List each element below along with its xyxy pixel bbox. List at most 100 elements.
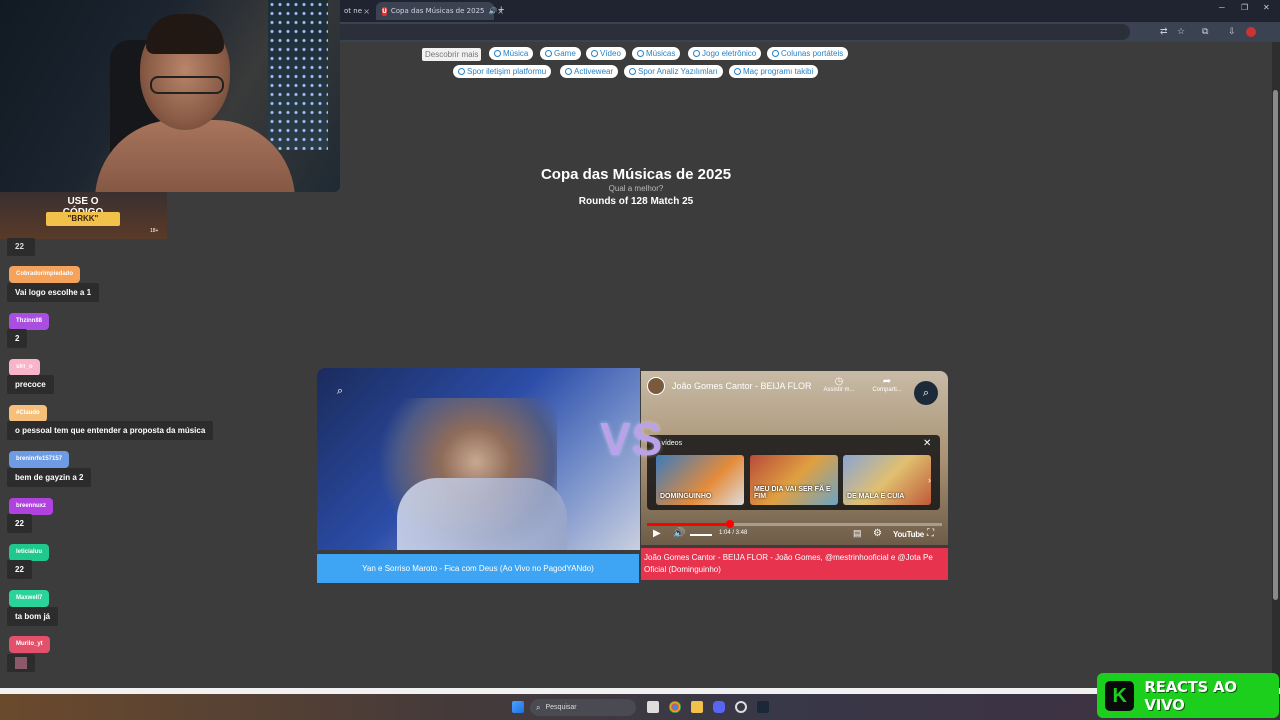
chip-spor-iletisim[interactable]: Spor iletişim platformu xyxy=(453,65,552,78)
video-scrubber-handle[interactable] xyxy=(725,520,734,528)
age-rating: 18+ xyxy=(150,228,159,234)
chevron-right-icon[interactable]: › xyxy=(928,475,931,485)
chip-label: Jogo eletrônico xyxy=(702,49,757,58)
close-icon[interactable]: ✕ xyxy=(923,438,931,449)
minimize-icon[interactable]: ─ xyxy=(1219,3,1225,12)
translate-icon[interactable]: ⇄ xyxy=(1160,26,1168,37)
fullscreen-icon[interactable]: ⛶ xyxy=(927,528,934,539)
task-view-icon[interactable] xyxy=(647,701,659,713)
obs-icon[interactable] xyxy=(735,701,747,713)
chip-mac-programi[interactable]: Maç programı takibi xyxy=(729,65,819,78)
kick-logo-icon: K xyxy=(1105,680,1135,711)
speaker-icon[interactable]: 🔊 xyxy=(488,7,497,15)
search-chip-icon xyxy=(494,50,501,57)
chat-message: o pessoal tem que entender a proposta da… xyxy=(7,421,214,440)
chip-game[interactable]: Game xyxy=(540,47,581,60)
watch-later-button[interactable]: ◷ Assistir m... xyxy=(822,376,856,393)
search-chip-icon xyxy=(693,50,700,57)
chat-message: 22 xyxy=(7,560,32,579)
chip-label: Música xyxy=(503,49,529,58)
share-icon: ➦ xyxy=(882,376,892,387)
extensions-icon[interactable]: ⧉ xyxy=(1202,26,1208,37)
thumb-title: DE MALA E CUIA xyxy=(847,493,905,500)
search-chip-icon xyxy=(591,50,598,57)
chip-video[interactable]: Vídeo xyxy=(586,47,626,60)
windows-start-icon[interactable] xyxy=(512,701,524,713)
chip-label: Vídeo xyxy=(600,49,621,58)
chat-username: breninrfe157157 xyxy=(9,451,70,468)
profile-avatar[interactable] xyxy=(1246,27,1256,37)
chat-username: Murilo_yt xyxy=(9,636,50,653)
reacts-label: REACTS AO VIVO xyxy=(1144,677,1237,714)
left-video-caption-button[interactable]: Yan e Sorriso Maroto - Fica com Deus (Ao… xyxy=(317,554,639,583)
share-button[interactable]: ➦ Comparti... xyxy=(870,376,904,393)
chat-message: 22 xyxy=(7,238,35,256)
volume-icon[interactable]: 🔊 xyxy=(673,528,685,539)
round-label: Rounds of 128 Match 25 xyxy=(578,196,694,207)
discover-more-chip[interactable]: Descobrir mais xyxy=(422,48,482,61)
settings-gear-icon[interactable]: ⚙ xyxy=(873,528,882,539)
right-caption-text: João Gomes Cantor - BEIJA FLOR - João Go… xyxy=(644,553,933,574)
star-icon[interactable]: ☆ xyxy=(1177,26,1185,37)
taskbar-search[interactable]: ⌕ Pesquisar xyxy=(530,699,636,716)
scrollbar-thumb[interactable] xyxy=(1273,90,1278,600)
youtube-video-title[interactable]: João Gomes Cantor - BEIJA FLOR xyxy=(672,381,812,391)
webcam-overlay xyxy=(0,0,340,192)
omnibox[interactable] xyxy=(330,24,1130,40)
close-tab-icon[interactable]: × xyxy=(363,7,370,16)
chip-musicas[interactable]: Músicas xyxy=(632,47,681,60)
singer-shirt xyxy=(397,478,567,550)
search-chip-icon xyxy=(458,68,465,75)
play-icon[interactable]: ▶ xyxy=(653,528,661,539)
browser-tab-active[interactable]: U Copa das Músicas de 2025 🔊 × xyxy=(376,2,504,20)
chat-username: leticialuu xyxy=(9,544,50,561)
reacts-ao-vivo-badge: K REACTS AO VIVO xyxy=(1097,673,1279,718)
steam-icon[interactable] xyxy=(757,701,769,713)
downloads-icon[interactable]: ⇩ xyxy=(1228,26,1236,37)
chat-username: breennuxz xyxy=(9,498,54,515)
chat-username: Thzinn88 xyxy=(9,313,50,330)
chat-emote xyxy=(7,654,35,672)
search-chip-icon xyxy=(545,50,552,57)
related-video-thumb[interactable]: MEU DIA VAI SER FÃ E FIM xyxy=(750,455,838,505)
chrome-icon[interactable] xyxy=(669,701,681,713)
tab-label: Copa das Músicas de 2025 xyxy=(390,7,485,15)
chat-message: bem de gayzin a 2 xyxy=(7,468,92,487)
thumb-title: DOMINGUINHO xyxy=(660,493,712,500)
chip-label: Game xyxy=(554,49,576,58)
left-caption-text: Yan e Sorriso Maroto - Fica com Deus (Ao… xyxy=(362,564,594,573)
right-video-caption-button[interactable]: João Gomes Cantor - BEIJA FLOR - João Go… xyxy=(641,548,948,580)
youtube-logo[interactable]: YouTube xyxy=(893,530,924,539)
chip-label: Descobrir mais xyxy=(425,50,479,59)
related-video-thumb[interactable]: DE MALA E CUIA xyxy=(843,455,931,505)
search-placeholder: Pesquisar xyxy=(545,704,577,711)
volume-slider[interactable] xyxy=(690,534,712,536)
chat-username: Cobradorimpiedado xyxy=(9,266,81,283)
chip-jogo-eletronico[interactable]: Jogo eletrônico xyxy=(688,47,762,60)
left-video-thumbnail[interactable] xyxy=(317,368,640,550)
discord-icon[interactable] xyxy=(713,701,725,713)
new-tab-button[interactable]: + xyxy=(498,4,504,16)
chip-spor-analiz[interactable]: Spor Analiz Yazılımları xyxy=(624,65,723,78)
maximize-icon[interactable]: ❐ xyxy=(1241,3,1248,12)
captions-icon[interactable]: ▤ xyxy=(853,528,862,539)
zoom-icon-right[interactable]: ⌕ xyxy=(914,381,938,405)
related-video-thumb[interactable]: DOMINGUINHO xyxy=(656,455,744,505)
chip-colunas-portateis[interactable]: Colunas portáteis xyxy=(767,47,849,60)
versus-label: VS xyxy=(600,413,664,465)
chip-label: Spor Analiz Yazılımları xyxy=(638,67,718,76)
search-chip-icon xyxy=(772,50,779,57)
promo-code: "BRKK" xyxy=(46,212,120,226)
browser-tab-previous[interactable]: ot ne × xyxy=(338,2,376,20)
close-window-icon[interactable]: ✕ xyxy=(1263,3,1270,12)
zoom-icon-left[interactable]: ⌕ xyxy=(328,379,352,403)
share-label: Comparti... xyxy=(872,387,902,393)
chip-activewear[interactable]: Activewear xyxy=(560,65,619,78)
chat-message: Vai logo escolhe a 1 xyxy=(7,283,100,302)
channel-avatar[interactable] xyxy=(647,377,665,395)
promo-banner: USE O CÓDIGO "BRKK" 18+ xyxy=(0,192,167,239)
file-explorer-icon[interactable] xyxy=(691,701,703,713)
chip-musica[interactable]: Música xyxy=(489,47,534,60)
video-progress-fill xyxy=(647,523,730,526)
chat-username: slrr_o xyxy=(9,359,40,376)
